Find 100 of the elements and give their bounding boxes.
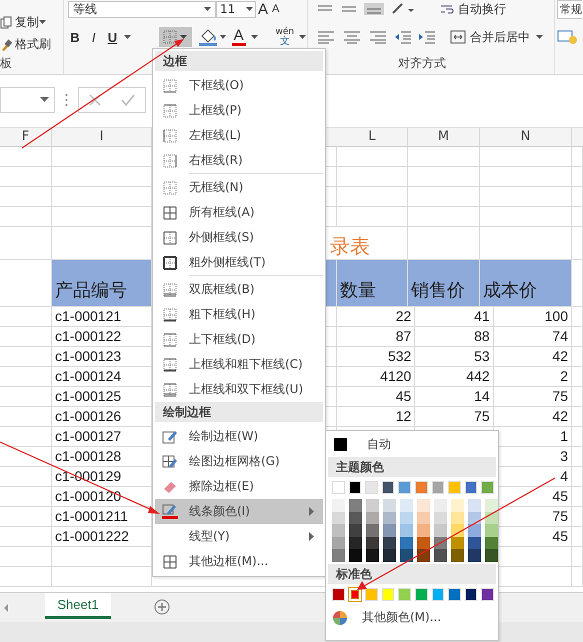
color-swatch[interactable] — [366, 499, 379, 512]
color-swatch[interactable] — [451, 536, 464, 549]
color-swatch[interactable] — [349, 499, 362, 512]
shrink-font-button[interactable]: A — [272, 3, 280, 15]
color-swatch[interactable] — [349, 549, 362, 562]
color-swatch[interactable] — [366, 512, 379, 524]
color-swatch[interactable] — [481, 481, 494, 494]
color-swatch[interactable] — [400, 499, 413, 512]
color-swatch[interactable] — [348, 481, 362, 494]
cancel-icon[interactable] — [88, 93, 102, 107]
menu-item[interactable]: 无框线(N) — [155, 175, 323, 200]
color-swatch[interactable] — [383, 512, 396, 524]
color-swatch[interactable] — [332, 512, 345, 524]
color-swatch[interactable] — [415, 588, 428, 600]
column-header[interactable]: F — [0, 128, 52, 146]
color-swatch[interactable] — [448, 588, 461, 600]
color-swatch[interactable] — [332, 536, 345, 549]
color-swatch[interactable] — [434, 524, 447, 536]
color-swatch[interactable] — [432, 481, 444, 494]
scroll-left-icon[interactable] — [2, 603, 10, 613]
color-swatch[interactable] — [451, 512, 464, 524]
name-box[interactable] — [0, 87, 55, 113]
conditional-format-icon[interactable] — [557, 29, 579, 45]
wrap-text-button[interactable]: 自动换行 — [440, 0, 506, 18]
color-swatch[interactable] — [366, 536, 379, 549]
color-swatch[interactable] — [366, 549, 379, 562]
italic-button[interactable]: I — [86, 30, 101, 44]
color-swatch[interactable] — [383, 524, 396, 536]
color-swatch[interactable] — [485, 499, 498, 512]
color-swatch[interactable] — [464, 588, 478, 600]
color-swatch[interactable] — [400, 512, 413, 524]
decrease-indent-icon[interactable] — [394, 30, 412, 44]
color-swatch[interactable] — [417, 499, 430, 512]
color-swatch[interactable] — [448, 481, 461, 494]
color-swatch[interactable] — [332, 549, 345, 562]
color-swatch[interactable] — [400, 536, 413, 549]
menu-item[interactable]: 其他颜色(M)... — [330, 606, 494, 630]
color-swatch[interactable] — [332, 499, 345, 512]
grow-font-button[interactable]: A — [258, 0, 268, 18]
menu-item[interactable]: 右框线(R) — [155, 148, 323, 173]
color-swatch[interactable] — [417, 524, 430, 536]
sheet-tab[interactable]: Sheet1 — [45, 593, 111, 619]
color-swatch[interactable] — [417, 536, 430, 549]
color-swatch[interactable] — [332, 481, 345, 494]
underline-button[interactable]: U — [106, 30, 120, 44]
color-swatch[interactable] — [383, 549, 396, 562]
menu-item[interactable]: 线型(Y) — [155, 524, 323, 549]
menu-item[interactable]: 绘图边框网格(G) — [155, 449, 323, 474]
color-swatch[interactable] — [451, 524, 464, 536]
color-swatch[interactable] — [365, 481, 378, 494]
color-swatch[interactable] — [485, 549, 498, 562]
menu-item[interactable]: 绘制边框(W) — [155, 424, 323, 449]
confirm-icon[interactable] — [120, 93, 136, 107]
column-header[interactable]: L — [337, 128, 408, 146]
color-swatch[interactable] — [349, 536, 362, 549]
menu-item[interactable]: 擦除边框(E) — [155, 474, 323, 499]
color-swatch[interactable] — [468, 536, 481, 549]
color-swatch[interactable] — [481, 588, 494, 600]
color-swatch[interactable] — [349, 524, 362, 536]
borders-button[interactable] — [159, 27, 192, 47]
color-swatch[interactable] — [382, 588, 394, 600]
color-swatch[interactable] — [400, 524, 413, 536]
menu-item[interactable]: 上框线和粗下框线(C) — [155, 352, 323, 377]
bold-button[interactable]: B — [68, 30, 82, 44]
caret-icon[interactable] — [204, 6, 212, 12]
color-swatch[interactable] — [485, 524, 498, 536]
menu-item[interactable]: 所有框线(A) — [155, 200, 323, 225]
menu-item[interactable]: 上框线(P) — [155, 98, 323, 123]
color-swatch[interactable] — [365, 588, 378, 600]
copy-button[interactable]: 复制 — [0, 14, 39, 30]
color-swatch[interactable] — [464, 481, 478, 494]
orientation-icon[interactable] — [390, 3, 416, 15]
color-swatch[interactable] — [468, 499, 481, 512]
color-swatch[interactable] — [382, 481, 394, 494]
color-swatch[interactable] — [383, 536, 396, 549]
add-sheet-icon[interactable] — [154, 599, 170, 615]
menu-item[interactable]: 线条颜色(I) — [155, 499, 323, 524]
color-swatch[interactable] — [366, 524, 379, 536]
menu-item[interactable]: 双底框线(B) — [155, 277, 323, 302]
align-right-icon[interactable] — [368, 30, 388, 44]
color-swatch[interactable] — [400, 549, 413, 562]
drag-handle-icon[interactable] — [65, 92, 68, 108]
align-center-icon[interactable] — [342, 30, 362, 44]
menu-item[interactable]: 左框线(L) — [155, 123, 323, 148]
color-swatch[interactable] — [398, 588, 412, 600]
menu-item[interactable]: 其他边框(M)... — [155, 549, 323, 574]
menu-item[interactable]: 粗下框线(H) — [155, 302, 323, 327]
menu-item[interactable]: 上框线和双下框线(U) — [155, 377, 323, 402]
align-left-icon[interactable] — [316, 30, 336, 44]
color-swatch[interactable] — [451, 549, 464, 562]
color-swatch[interactable] — [468, 524, 481, 536]
font-size-field[interactable]: 11 — [216, 0, 256, 18]
color-swatch[interactable] — [349, 512, 362, 524]
font-name-field[interactable]: 等线 — [68, 0, 216, 18]
color-swatch[interactable] — [332, 524, 345, 536]
number-format-field[interactable]: 常规 — [557, 0, 582, 18]
column-header[interactable]: M — [408, 128, 480, 146]
color-swatch[interactable] — [414, 481, 428, 494]
color-swatch[interactable] — [434, 549, 447, 562]
menu-item[interactable]: 上下框线(D) — [155, 327, 323, 352]
